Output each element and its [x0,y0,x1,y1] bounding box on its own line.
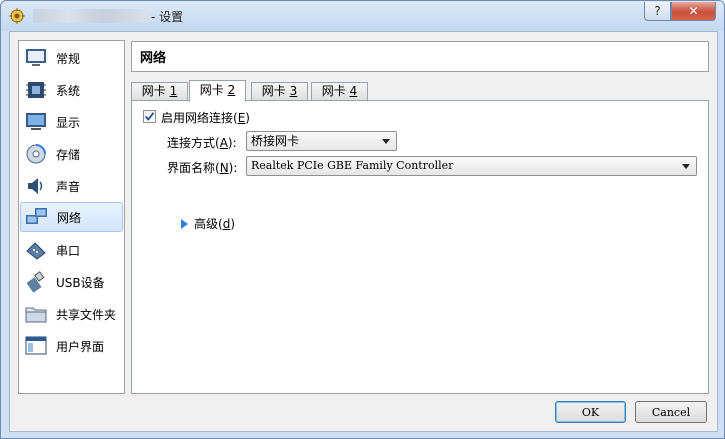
close-icon: ✕ [688,4,699,18]
sidebar-item-label: 网络 [57,210,82,225]
chevron-down-icon [682,164,690,169]
enable-network-label: 启用网络连接(E) [161,111,250,125]
sidebar-item-label: 共享文件夹 [56,307,117,322]
attached-to-label: 连接方式(A): [167,136,237,150]
usb-icon [24,270,48,294]
sidebar-item-audio[interactable]: 声音 [20,171,123,201]
advanced-toggle[interactable]: 高级(d) [181,215,235,232]
close-button[interactable]: ✕ [671,2,716,21]
window-title: - 设置 [151,10,184,24]
sidebar-item-label: USB设备 [56,275,105,290]
chevron-down-icon [382,139,390,144]
interface-name-value: Realtek PCIe GBE Family Controller [251,159,454,172]
sidebar-item-label: 显示 [56,115,81,130]
sidebar-item-label: 用户界面 [56,339,105,354]
attached-to-select[interactable]: 桥接网卡 [246,131,397,151]
sidebar-item-usb[interactable]: USB设备 [20,267,123,297]
blurred-vm-name [33,9,149,23]
sidebar-item-user-interface[interactable]: 用户界面 [20,331,123,361]
title-bar: - 设置 ? ✕ [1,1,724,31]
display-icon [24,110,48,134]
sidebar-item-storage[interactable]: 存储 [20,139,123,169]
expand-arrow-icon [181,218,188,229]
page-title: 网络 [131,41,709,72]
storage-disc-icon [24,142,48,166]
chip-system-icon [24,78,48,102]
speaker-icon [24,174,48,198]
sidebar-item-network[interactable]: 网络 [20,202,123,232]
ok-button[interactable]: OK [555,401,626,423]
help-button[interactable]: ? [644,2,671,21]
tab-adapter-2[interactable]: 网卡 2 [189,80,246,102]
sidebar-item-system[interactable]: 系统 [20,75,123,105]
sidebar-item-shared-folders[interactable]: 共享文件夹 [20,299,123,329]
attached-to-value: 桥接网卡 [251,134,300,148]
sidebar-item-serial[interactable]: 串口 [20,235,123,265]
advanced-label: 高级(d) [194,217,235,231]
tab-adapter-1[interactable]: 网卡 1 [131,82,188,101]
checkmark-icon [144,112,155,121]
sidebar-item-label: 系统 [56,83,81,98]
sidebar-item-general[interactable]: 常规 [20,43,123,73]
help-icon: ? [654,4,661,18]
tab-adapter-3[interactable]: 网卡 3 [251,82,308,101]
tab-adapter-4[interactable]: 网卡 4 [311,82,368,101]
sidebar-item-label: 声音 [56,179,81,194]
folder-icon [24,302,48,326]
settings-window: - 设置 ? ✕ 常规 系统 显示 存储 声音 网络 串口 USB设备 共享文件… [0,0,725,439]
serial-port-icon [24,238,48,262]
sidebar-item-label: 常规 [56,51,81,66]
dialog-body: 常规 系统 显示 存储 声音 网络 串口 USB设备 共享文件夹 用户界面 网络… [9,31,718,432]
cancel-button[interactable]: Cancel [635,401,707,423]
sidebar-item-label: 存储 [56,147,81,162]
enable-network-checkbox[interactable] [143,110,156,123]
settings-sidebar: 常规 系统 显示 存储 声音 网络 串口 USB设备 共享文件夹 用户界面 [18,40,125,394]
sidebar-item-label: 串口 [56,243,81,258]
network-icon [25,205,49,229]
sidebar-item-display[interactable]: 显示 [20,107,123,137]
monitor-general-icon [24,46,48,70]
adapter-panel: 启用网络连接(E) 连接方式(A): 桥接网卡 界面名称(N): Realtek… [131,100,709,394]
interface-name-select[interactable]: Realtek PCIe GBE Family Controller [246,156,697,176]
virtualbox-app-icon [9,8,25,24]
user-interface-icon [24,334,48,358]
interface-name-label: 界面名称(N): [167,161,238,175]
